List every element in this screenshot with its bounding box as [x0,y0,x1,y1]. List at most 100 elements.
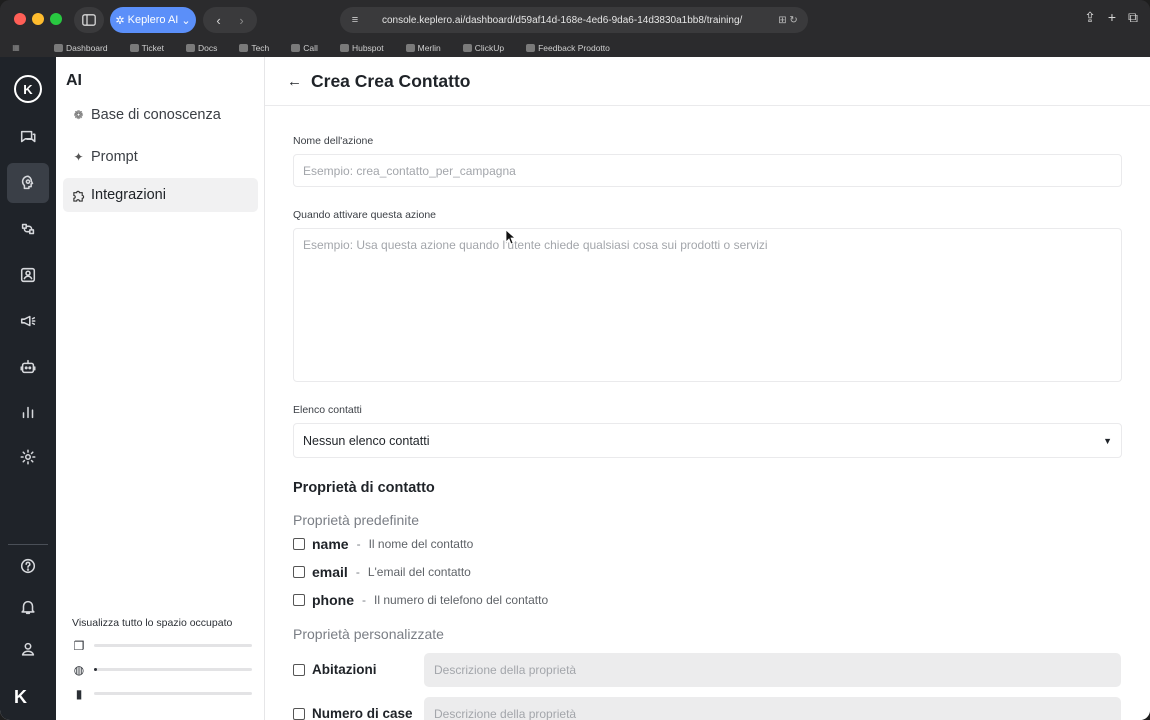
bookmark-label: Feedback Prodotto [538,42,610,53]
share-icon[interactable]: ⇪ [1084,9,1096,26]
bookmark-icon [291,43,301,52]
bookmark-item[interactable]: Call [291,43,318,53]
bookmark-label: Call [303,42,318,53]
brain-icon: ❁ [73,108,84,122]
browser-actions: ⇪ + ⧉ [1084,9,1138,26]
bookmark-icon [526,43,536,52]
sidebar-item-label: Prompt [91,149,138,165]
section-sidebar: AI ❁ Base di conoscenza ✦ Prompt Integra… [56,57,265,720]
contact-list-select[interactable]: Nessun elenco contatti ▼ [293,423,1122,458]
back-nav-icon[interactable]: ‹ [216,13,220,28]
custom-property-name: Abitazioni [312,662,377,677]
property-row-name: name - Il nome del contatto [293,532,1122,556]
trigger-label: Quando attivare questa azione [293,209,437,221]
property-row-phone: phone - Il numero di telefono del contat… [293,588,1122,612]
app-logo[interactable]: K [14,75,42,103]
property-checkbox[interactable] [293,708,305,720]
bookmark-icon [339,43,349,52]
properties-title: Proprietà di contatto [293,480,435,496]
bookmark-icon [54,43,63,52]
sidebar-icon [82,14,96,26]
property-checkbox[interactable] [293,664,305,676]
separator-dash: - [362,593,366,607]
bookmark-item[interactable]: Docs [185,42,218,53]
settings-icon[interactable] [7,437,49,477]
action-name-input[interactable]: Esempio: crea_contatto_per_campagna [293,154,1122,187]
profile-pill[interactable]: ✲ Keplero AI ⌄ [110,7,196,33]
page-settings-icon[interactable]: ≡ [340,14,370,26]
custom-property-description-input[interactable]: Descrizione della proprietà [424,697,1121,720]
brand-mark: K [14,687,27,707]
window-close-button[interactable] [14,13,26,25]
bookmark-item[interactable]: Tech [239,43,269,53]
arrow-left-icon[interactable]: ← [287,73,302,90]
rail-divider [8,544,48,545]
profile-label: Keplero AI [127,14,179,26]
custom-property-name: Numero di case [312,706,413,720]
browser-window: ✲ Keplero AI ⌄ ‹ › ≡ console.keplero.ai/… [0,0,1150,720]
sidebar-item-knowledge-base[interactable]: ❁ Base di conoscenza [63,98,258,132]
bookmark-icon [129,43,139,52]
bell-icon[interactable] [7,587,49,627]
browser-titlebar: ✲ Keplero AI ⌄ ‹ › ≡ console.keplero.ai/… [0,0,1150,38]
bookmark-item[interactable]: Dashboard [54,43,108,53]
separator-dash: - [355,565,360,579]
bookmark-label: Dashboard [66,42,108,53]
puzzle-icon [72,189,85,202]
property-name: phone [312,592,354,608]
page-title: Crea Crea Contatto [311,70,471,91]
separator-dash: - [356,537,361,551]
url-text: console.keplero.ai/dashboard/d59af14d-16… [382,14,743,26]
trigger-textarea[interactable]: Esempio: Usa questa azione quando l'uten… [293,228,1122,382]
bookmark-item[interactable]: Ticket [129,43,164,53]
chevron-down-icon: ⌄ [181,14,191,27]
help-icon[interactable] [7,546,49,586]
storage-bar-web [94,668,252,671]
window-maximize-button[interactable] [50,13,62,25]
sidebar-toggle-button[interactable] [74,7,104,33]
app-root: K K AI ❁ Base di conoscenza ✦ Prompt Int… [0,57,1150,720]
file-icon: ▮ [75,686,83,701]
new-tab-icon[interactable]: + [1108,9,1116,26]
action-form: Nome dell'azione Esempio: crea_contatto_… [293,135,1122,720]
custom-property-description-input[interactable]: Descrizione della proprietà [424,653,1121,687]
property-name: name [312,536,349,552]
documents-icon: ❐ [73,638,85,653]
bookmark-icon [405,43,415,52]
property-name: email [312,564,348,580]
property-row-email: email - L'email del contatto [293,560,1122,584]
property-checkbox[interactable] [293,538,305,550]
bookmark-label: Docs [197,42,218,53]
globe-icon: ◍ [73,662,85,677]
bot-icon[interactable] [7,347,49,387]
storage-bar-documents [94,644,252,647]
analytics-icon[interactable] [7,392,49,432]
section-title: AI [66,72,82,89]
bookmark-item[interactable]: ClickUp [462,43,504,53]
window-minimize-button[interactable] [32,13,44,25]
forward-nav-icon[interactable]: › [239,13,243,28]
default-properties-title: Proprietà predefinite [293,512,420,528]
integrations-icon[interactable] [7,209,49,249]
contact-list-label: Elenco contatti [293,404,362,416]
bookmark-icon [185,43,195,52]
campaigns-icon[interactable] [7,301,49,341]
bookmark-item[interactable]: Merlin [405,43,441,53]
sidebar-item-prompt[interactable]: ✦ Prompt [63,140,258,174]
sidebar-item-label: Integrazioni [91,187,166,203]
training-icon[interactable] [7,163,49,203]
bookmark-item[interactable]: Hubspot [339,43,384,53]
property-description: Il nome del contatto [368,537,474,551]
chat-icon[interactable] [7,117,49,157]
sidebar-item-integrations[interactable]: Integrazioni [63,178,258,212]
bookmark-item[interactable]: Feedback Prodotto [526,43,610,53]
storage-link[interactable]: Visualizza tutto lo spazio occupato [72,617,252,629]
address-bar[interactable]: ≡ console.keplero.ai/dashboard/d59af14d-… [340,7,808,33]
translate-reload-icons[interactable]: ⊞ ↻ [768,15,808,26]
contacts-icon[interactable] [7,255,49,295]
user-icon[interactable] [7,629,49,669]
tabs-overview-icon[interactable]: ⧉ [1128,9,1138,26]
property-checkbox[interactable] [293,594,305,606]
bookmark-icon [239,43,249,52]
property-checkbox[interactable] [293,566,305,578]
